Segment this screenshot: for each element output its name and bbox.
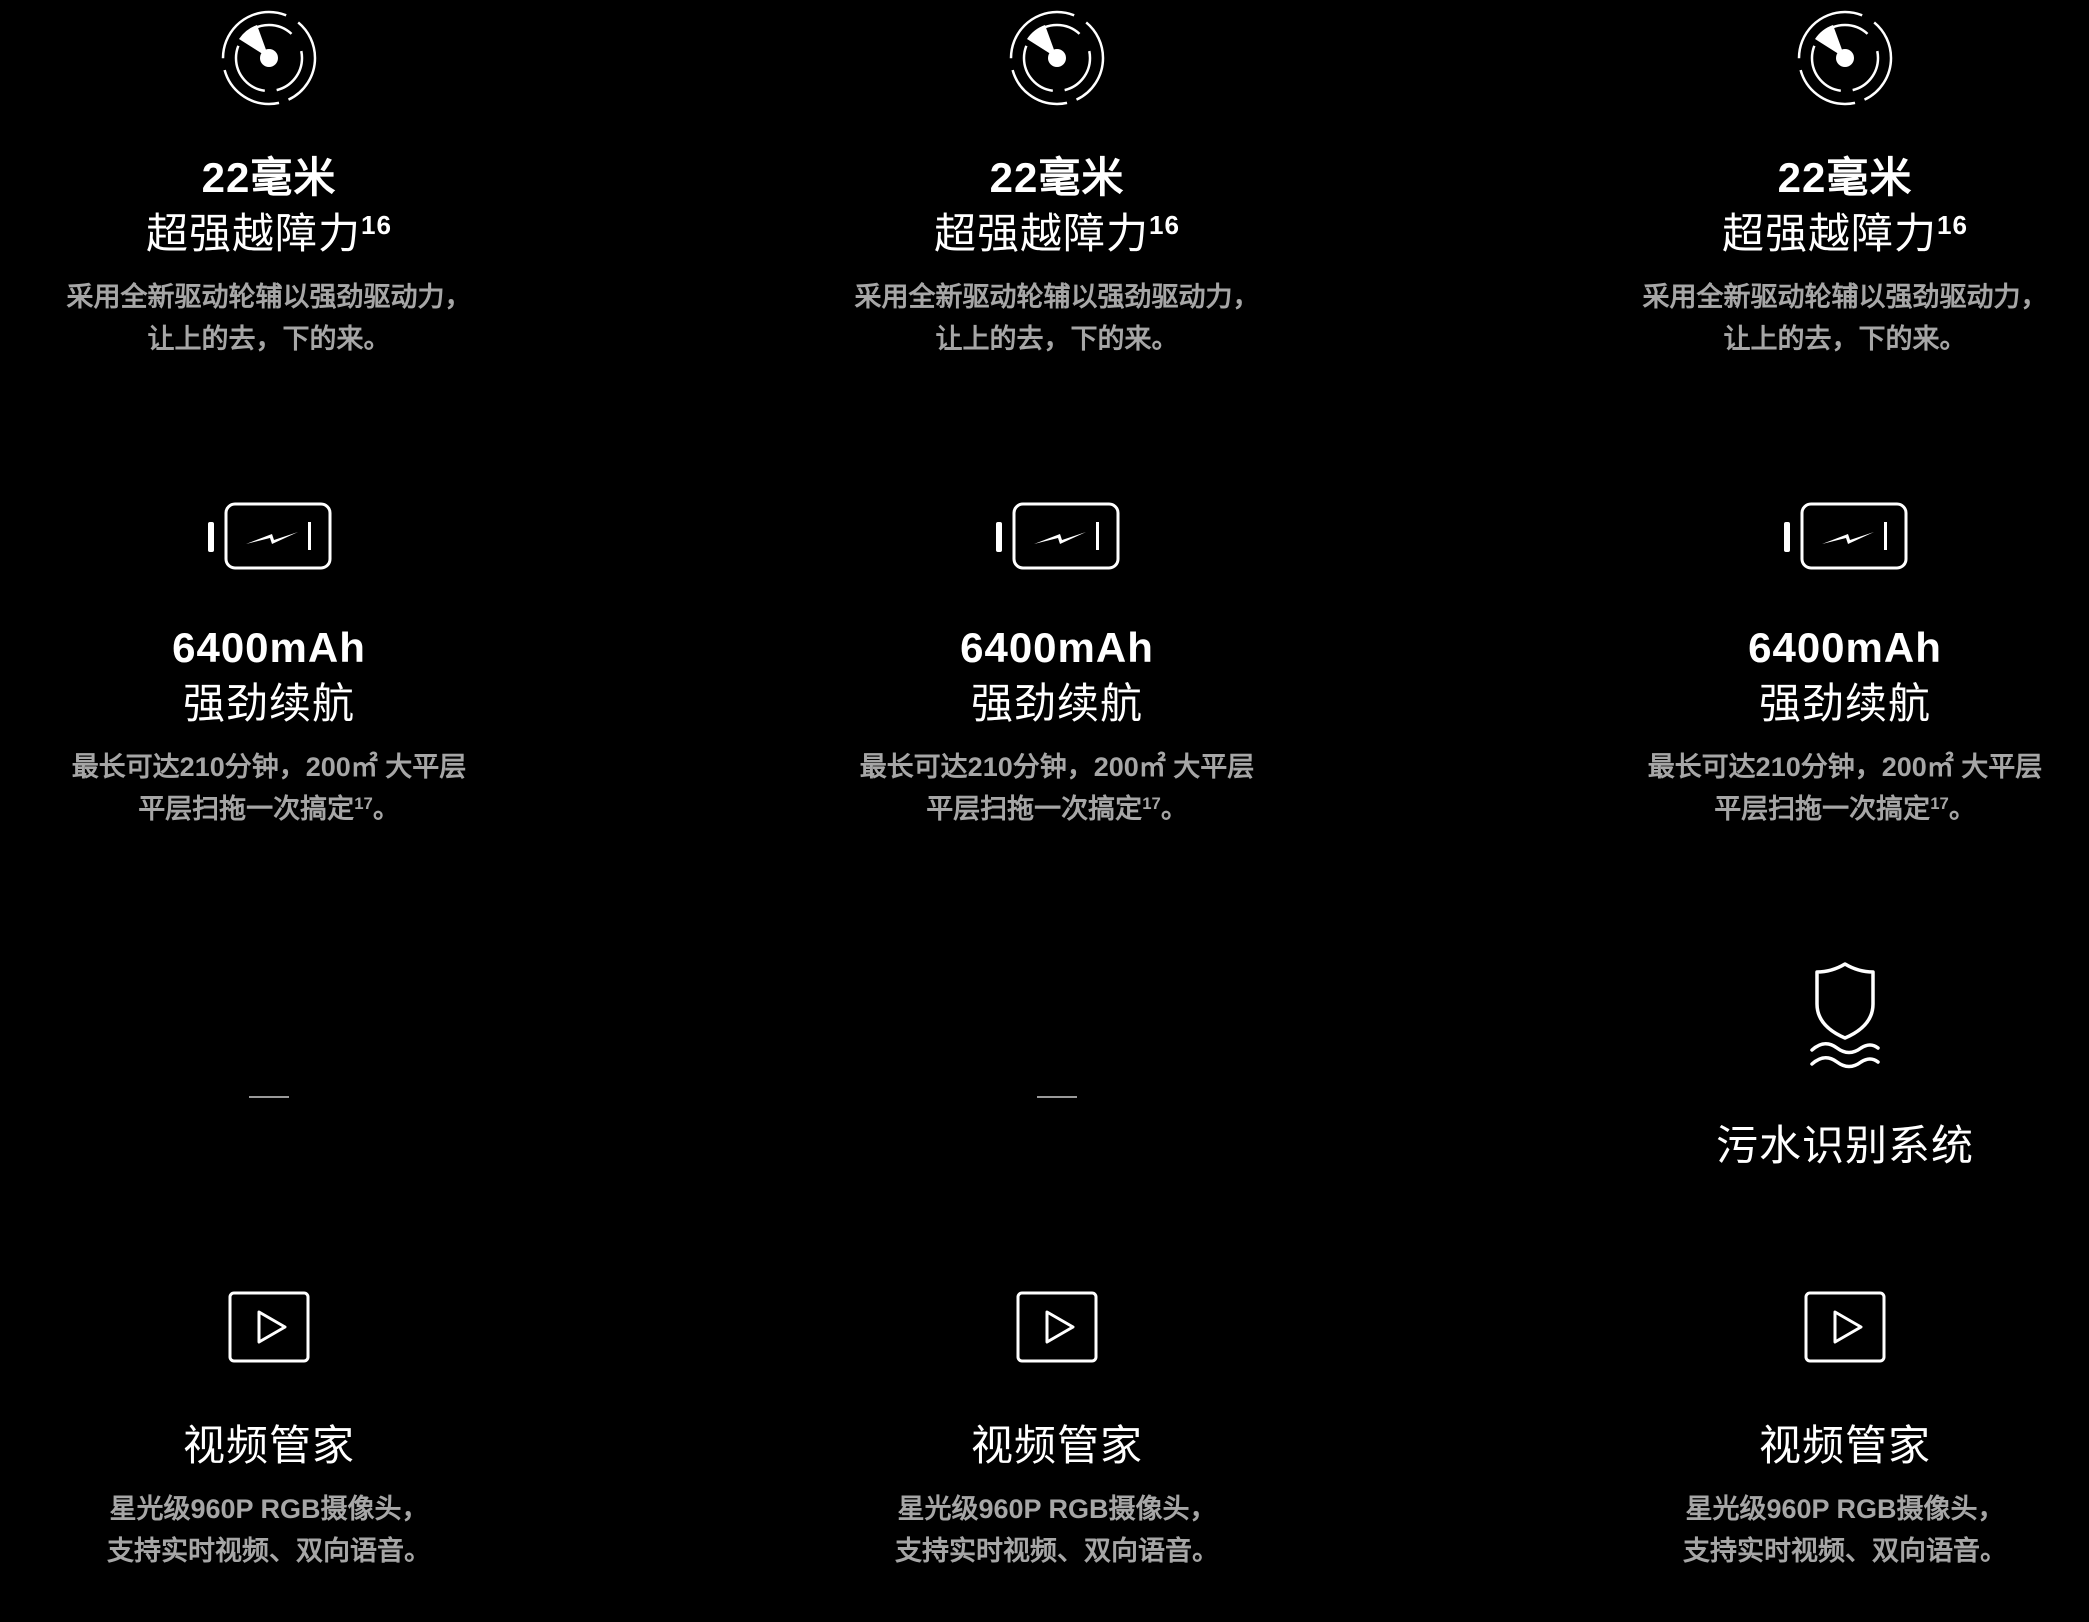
obstacle-footnote[interactable]: 16 (361, 210, 392, 240)
obstacle-description: 采用全新驱动轮辅以强劲驱动力， 让上的去，下的来。 (0, 276, 549, 360)
battery-desc-line: 平层扫拖一次搞定17。 (1565, 788, 2089, 830)
feature-column-2: 22毫米 超强越障力16 采用全新驱动轮辅以强劲驱动力， 让上的去，下的来。 6… (777, 0, 1337, 1622)
video-desc-line: 星光级960P RGB摄像头， (897, 1494, 1217, 1524)
obstacle-value: 22毫米 (989, 154, 1125, 201)
feature-video: 视频管家 星光级960P RGB摄像头， 支持实时视频、双向语音。 (777, 1290, 1337, 1572)
obstacle-desc-line: 让上的去，下的来。 (1723, 324, 1967, 354)
battery-desc-line: 平层扫拖一次搞定17。 (0, 788, 549, 830)
battery-desc-text: 平层扫拖一次搞定 (926, 794, 1143, 824)
obstacle-desc-line: 让上的去，下的来。 (147, 324, 391, 354)
radar-icon (221, 10, 317, 106)
obstacle-title: 超强越障力16 (777, 206, 1337, 262)
battery-icon (996, 502, 1120, 570)
battery-desc-text: 平层扫拖一次搞定 (1714, 794, 1931, 824)
play-icon (228, 1291, 310, 1363)
obstacle-desc-line: 采用全新驱动轮辅以强劲驱动力， (66, 282, 472, 312)
feature-column-3: 22毫米 超强越障力16 采用全新驱动轮辅以强劲驱动力， 让上的去，下的来。 6… (1565, 0, 2089, 1622)
feature-placeholder (0, 1096, 549, 1098)
feature-video: 视频管家 星光级960P RGB摄像头， 支持实时视频、双向语音。 (1565, 1290, 2089, 1572)
play-icon (1804, 1291, 1886, 1363)
video-title: 视频管家 (1758, 1422, 1931, 1469)
battery-desc-line: 最长可达210分钟，200㎡ 大平层 (71, 752, 467, 782)
obstacle-desc-line: 采用全新驱动轮辅以强劲驱动力， (854, 282, 1260, 312)
obstacle-desc-line: 采用全新驱动轮辅以强劲驱动力， (1642, 282, 2048, 312)
obstacle-title: 超强越障力16 (1565, 206, 2089, 262)
video-description: 星光级960P RGB摄像头， 支持实时视频、双向语音。 (0, 1488, 549, 1572)
feature-obstacle: 22毫米 超强越障力16 采用全新驱动轮辅以强劲驱动力， 让上的去，下的来。 (0, 0, 549, 360)
play-icon (1016, 1291, 1098, 1363)
obstacle-title-text: 超强越障力 (934, 210, 1150, 257)
video-description: 星光级960P RGB摄像头， 支持实时视频、双向语音。 (1565, 1488, 2089, 1572)
feature-placeholder (777, 1096, 1337, 1098)
obstacle-footnote[interactable]: 16 (1149, 210, 1180, 240)
obstacle-title-text: 超强越障力 (1722, 210, 1938, 257)
feature-video: 视频管家 星光级960P RGB摄像头， 支持实时视频、双向语音。 (0, 1290, 549, 1572)
battery-footnote[interactable]: 17 (1142, 794, 1161, 813)
obstacle-value: 22毫米 (201, 154, 337, 201)
obstacle-title: 超强越障力16 (0, 206, 549, 262)
video-desc-line: 支持实时视频、双向语音。 (107, 1536, 431, 1566)
obstacle-footnote[interactable]: 16 (1937, 210, 1968, 240)
shield-water-icon (1810, 962, 1880, 1069)
obstacle-description: 采用全新驱动轮辅以强劲驱动力， 让上的去，下的来。 (1565, 276, 2089, 360)
battery-value: 6400mAh (172, 624, 366, 671)
wastewater-title: 污水识别系统 (1715, 1122, 1974, 1169)
feature-obstacle: 22毫米 超强越障力16 采用全新驱动轮辅以强劲驱动力， 让上的去，下的来。 (777, 0, 1337, 360)
battery-desc-line: 最长可达210分钟，200㎡ 大平层 (1647, 752, 2043, 782)
feature-battery: 6400mAh 强劲续航 最长可达210分钟，200㎡ 大平层 平层扫拖一次搞定… (1565, 500, 2089, 830)
battery-desc-line: 最长可达210分钟，200㎡ 大平层 (859, 752, 1255, 782)
feature-column-1: 22毫米 超强越障力16 采用全新驱动轮辅以强劲驱动力， 让上的去，下的来。 6… (0, 0, 549, 1622)
battery-desc-line: 平层扫拖一次搞定17。 (777, 788, 1337, 830)
feature-wastewater: 污水识别系统 (1565, 960, 2089, 1174)
obstacle-desc-line: 让上的去，下的来。 (935, 324, 1179, 354)
feature-obstacle: 22毫米 超强越障力16 采用全新驱动轮辅以强劲驱动力， 让上的去，下的来。 (1565, 0, 2089, 360)
video-title: 视频管家 (182, 1422, 355, 1469)
placeholder-dash (1037, 1096, 1077, 1098)
feature-battery: 6400mAh 强劲续航 最长可达210分钟，200㎡ 大平层 平层扫拖一次搞定… (777, 500, 1337, 830)
radar-icon (1009, 10, 1105, 106)
obstacle-title-text: 超强越障力 (146, 210, 362, 257)
video-desc-line: 支持实时视频、双向语音。 (1683, 1536, 2007, 1566)
battery-value: 6400mAh (1748, 624, 1942, 671)
radar-icon (1797, 10, 1893, 106)
video-desc-line: 星光级960P RGB摄像头， (109, 1494, 429, 1524)
battery-icon (208, 502, 332, 570)
video-desc-line: 星光级960P RGB摄像头， (1685, 1494, 2005, 1524)
obstacle-description: 采用全新驱动轮辅以强劲驱动力， 让上的去，下的来。 (777, 276, 1337, 360)
battery-desc-end: 。 (1160, 794, 1188, 824)
battery-desc-end: 。 (372, 794, 400, 824)
battery-footnote[interactable]: 17 (354, 794, 373, 813)
battery-icon (1784, 502, 1908, 570)
battery-title: 强劲续航 (182, 680, 355, 727)
battery-title: 强劲续航 (1758, 680, 1931, 727)
feature-battery: 6400mAh 强劲续航 最长可达210分钟，200㎡ 大平层 平层扫拖一次搞定… (0, 500, 549, 830)
battery-description: 最长可达210分钟，200㎡ 大平层 平层扫拖一次搞定17。 (1565, 746, 2089, 830)
placeholder-dash (249, 1096, 289, 1098)
battery-desc-text: 平层扫拖一次搞定 (138, 794, 355, 824)
battery-desc-end: 。 (1948, 794, 1976, 824)
battery-footnote[interactable]: 17 (1930, 794, 1949, 813)
battery-value: 6400mAh (960, 624, 1154, 671)
video-description: 星光级960P RGB摄像头， 支持实时视频、双向语音。 (777, 1488, 1337, 1572)
video-title: 视频管家 (970, 1422, 1143, 1469)
obstacle-value: 22毫米 (1777, 154, 1913, 201)
battery-description: 最长可达210分钟，200㎡ 大平层 平层扫拖一次搞定17。 (777, 746, 1337, 830)
battery-description: 最长可达210分钟，200㎡ 大平层 平层扫拖一次搞定17。 (0, 746, 549, 830)
battery-title: 强劲续航 (970, 680, 1143, 727)
video-desc-line: 支持实时视频、双向语音。 (895, 1536, 1219, 1566)
